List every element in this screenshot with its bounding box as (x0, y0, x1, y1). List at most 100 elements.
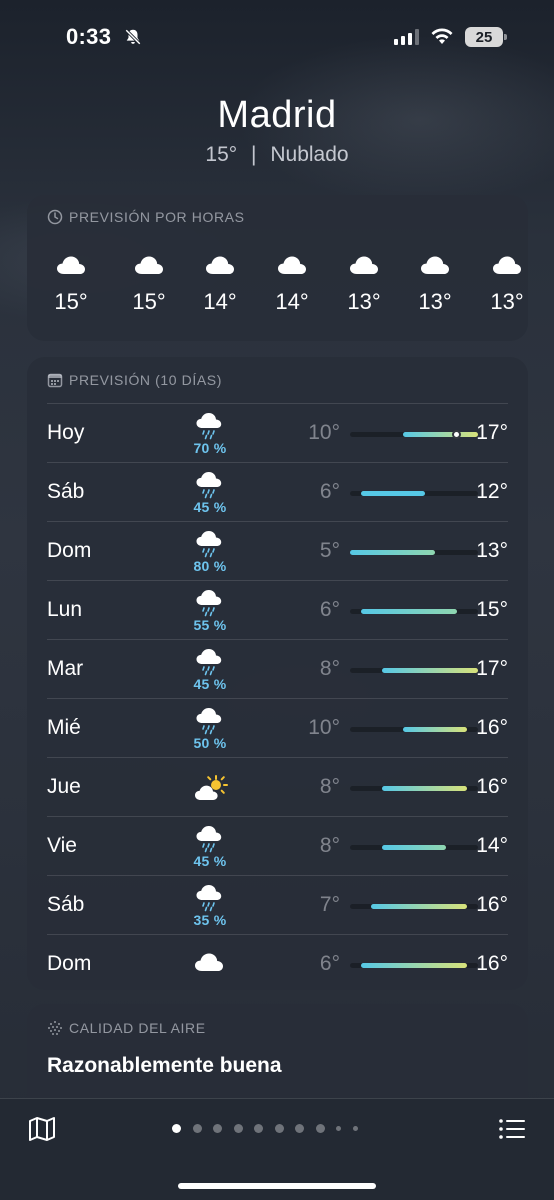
precipitation-chance: 70 % (193, 440, 227, 456)
temperature-range-bar (350, 904, 478, 909)
temperature-range-fill (371, 904, 468, 909)
high-temp: 16° (476, 952, 508, 975)
page-dot[interactable] (336, 1126, 341, 1131)
page-dot[interactable] (274, 1124, 284, 1133)
high-temp: 15° (476, 598, 508, 621)
day-label: Mié (47, 716, 81, 739)
daily-forecast-row[interactable]: Mar 45 % 8° 17° (47, 639, 508, 698)
rain-cloud-icon (193, 825, 225, 853)
low-temp: 6° (319, 480, 340, 503)
hourly-temp: 13° (418, 289, 452, 314)
day-label: Sáb (47, 893, 85, 916)
daily-forecast-row[interactable]: Lun 55 % 6° 15° (47, 580, 508, 639)
page-dot[interactable] (254, 1124, 263, 1133)
current-condition: Nublado (270, 143, 349, 166)
temperature-range-bar (350, 727, 478, 732)
low-temp: 8° (319, 834, 340, 857)
temperature-range-bar (350, 668, 478, 673)
temperature-range-bar (350, 963, 478, 968)
hourly-temp: 13° (347, 289, 381, 314)
daily-forecast-title: PREVISIÓN (10 DÍAS) (47, 372, 222, 388)
rain-cloud-icon (193, 412, 225, 440)
temperature-range-fill (382, 668, 478, 673)
current-summary: 15° | Nublado (0, 143, 554, 167)
low-temp: 6° (319, 952, 340, 975)
page-dot[interactable] (192, 1124, 202, 1133)
home-indicator (178, 1183, 376, 1189)
day-label: Mar (47, 657, 84, 680)
day-label: Hoy (47, 421, 85, 444)
cloud-icon (193, 952, 225, 972)
day-label: Sáb (47, 480, 85, 503)
daily-forecast-row[interactable]: Vie 45 % 8° 14° (47, 816, 508, 875)
high-temp: 17° (476, 421, 508, 444)
cloud-icon (334, 255, 394, 275)
map-icon[interactable] (28, 1116, 56, 1142)
page-dot[interactable] (172, 1124, 181, 1133)
daily-forecast-row[interactable]: Sáb 35 % 7° 16° (47, 875, 508, 934)
temperature-range-fill (403, 727, 468, 732)
precipitation-chance: 50 % (193, 735, 227, 751)
wifi-icon (431, 28, 453, 44)
temperature-range-bar (350, 845, 478, 850)
daily-forecast-row[interactable]: Dom 80 % 5° 13° (47, 521, 508, 580)
page-dot[interactable] (233, 1124, 243, 1133)
day-label: Vie (47, 834, 77, 857)
temperature-range-bar (350, 491, 478, 496)
low-temp: 5° (319, 539, 340, 562)
cloud-icon (477, 255, 537, 275)
daily-forecast-row[interactable]: Jue 8° 16° (47, 757, 508, 816)
air-quality-value: Razonablemente buena (47, 1054, 282, 1077)
low-temp: 10° (308, 421, 340, 444)
precipitation-chance: 80 % (193, 558, 227, 574)
daily-forecast-row[interactable]: Dom 6° 16° (47, 934, 508, 993)
temperature-range-bar (350, 550, 478, 555)
page-dot[interactable] (352, 1126, 358, 1131)
cloud-icon (190, 255, 250, 275)
low-temp: 6° (319, 598, 340, 621)
rain-cloud-icon (193, 471, 225, 499)
temperature-range-fill (403, 432, 478, 437)
hourly-forecast-title: PREVISIÓN POR HORAS (47, 209, 245, 225)
hourly-temp: 13° (490, 289, 524, 314)
daily-forecast-row[interactable]: Sáb 45 % 6° 12° (47, 462, 508, 521)
page-dot[interactable] (315, 1124, 325, 1133)
daily-title-text: PREVISIÓN (10 DÍAS) (69, 372, 222, 388)
temperature-range-fill (360, 963, 468, 968)
high-temp: 14° (476, 834, 508, 857)
high-temp: 16° (476, 893, 508, 916)
bottom-toolbar (0, 1098, 554, 1200)
bell-slash-icon (125, 29, 141, 45)
city-name: Madrid (217, 94, 337, 136)
list-icon[interactable] (498, 1116, 526, 1142)
hourly-forecast-card[interactable]: PREVISIÓN POR HORAS 15° 15° 14° 14° 13° 13° 13… (27, 195, 528, 341)
daily-forecast-row[interactable]: Hoy 70 % 10° 17° (47, 403, 508, 462)
hourly-temp: 15° (54, 289, 88, 314)
temperature-range-fill (382, 786, 468, 791)
precipitation-chance: 35 % (193, 912, 227, 928)
cloud-icon (262, 255, 322, 275)
hourly-item: 14° (190, 255, 250, 315)
cloud-icon (119, 255, 179, 275)
high-temp: 16° (476, 775, 508, 798)
high-temp: 17° (476, 657, 508, 680)
daily-forecast-row[interactable]: Mié 50 % 10° 16° (47, 698, 508, 757)
clock-icon (47, 209, 63, 225)
hourly-item: 15° (119, 255, 179, 315)
precipitation-chance: 45 % (193, 853, 227, 869)
hourly-item: 13° (477, 255, 537, 315)
temperature-range-bar (350, 786, 478, 791)
hourly-temp: 14° (275, 289, 309, 314)
status-time: 0:33 (66, 24, 112, 49)
temperature-range-fill (360, 491, 425, 496)
daily-forecast-card[interactable]: PREVISIÓN (10 DÍAS) Hoy 70 % 10° 17° Sáb 45 %… (27, 357, 528, 990)
temperature-range-fill (360, 609, 457, 614)
page-indicator[interactable] (172, 1124, 358, 1133)
temperature-range-fill (350, 550, 436, 555)
low-temp: 10° (308, 716, 340, 739)
calendar-icon (47, 373, 63, 388)
low-temp: 8° (319, 775, 340, 798)
rain-cloud-icon (193, 884, 225, 912)
page-dot[interactable] (213, 1124, 222, 1133)
page-dot[interactable] (295, 1124, 304, 1133)
